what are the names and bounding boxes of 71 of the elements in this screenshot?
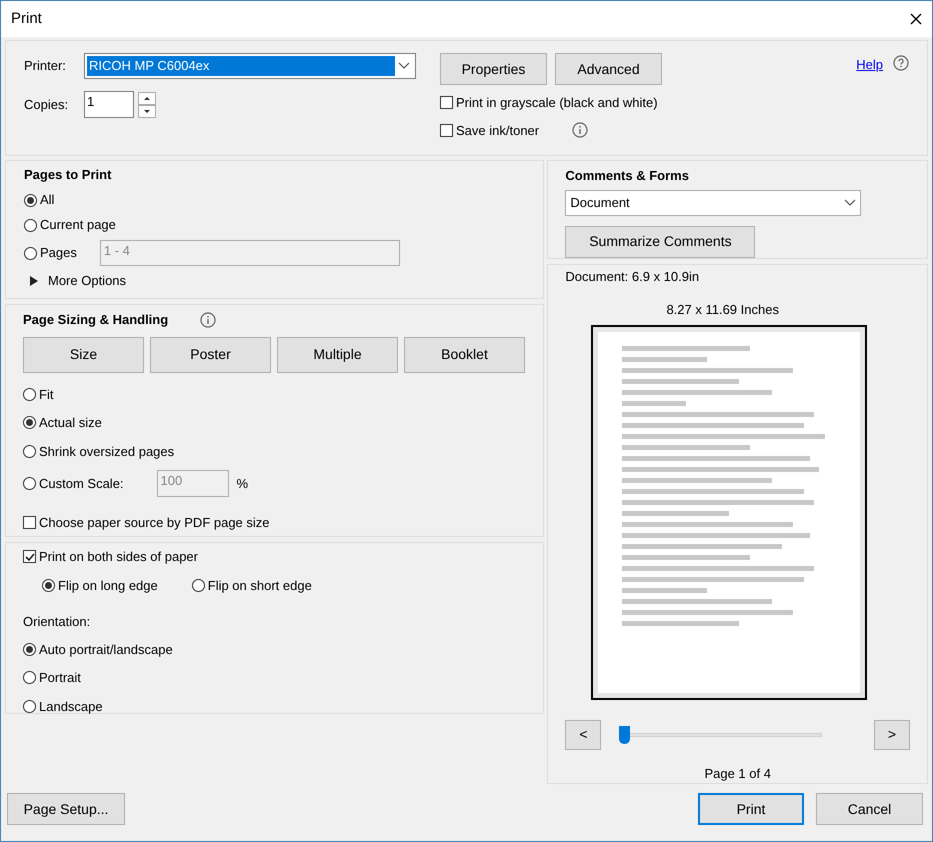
option-label: Orientation: <box>23 614 90 629</box>
more-options-toggle[interactable]: More Options <box>48 271 126 291</box>
comments-dropdown[interactable]: Document <box>565 190 862 216</box>
radio-button[interactable] <box>24 194 37 206</box>
chevron-down-icon <box>844 198 856 206</box>
radio-button[interactable] <box>42 578 55 592</box>
option-label: Comments & Forms <box>565 167 690 185</box>
page-setup-button[interactable]: Page Setup... <box>7 793 125 825</box>
checkbox[interactable] <box>23 550 36 564</box>
radio-button[interactable] <box>24 246 37 260</box>
triangle-icon[interactable] <box>30 276 38 286</box>
next-page-button[interactable]: > <box>874 720 910 750</box>
cancel-button[interactable]: Cancel <box>816 793 923 825</box>
radio-button[interactable] <box>23 671 36 684</box>
option-label: Landscape <box>39 698 103 716</box>
option-label: Print on both sides of paper <box>39 548 198 566</box>
slider-thumb[interactable] <box>619 726 630 744</box>
checkbox[interactable] <box>440 96 453 110</box>
option-label: Current page <box>40 216 116 234</box>
paper-size-label: 8.27 x 11.69 Inches <box>666 300 779 318</box>
option-label: Pages to Print <box>24 166 112 184</box>
dialog-button[interactable]: Advanced <box>555 53 662 85</box>
spin-up-icon[interactable] <box>138 92 156 104</box>
info-icon <box>572 122 588 138</box>
sizing-button[interactable]: Multiple <box>277 336 398 372</box>
option-label: All <box>40 191 54 209</box>
info-icon <box>200 312 216 328</box>
radio-button[interactable] <box>23 700 36 713</box>
previous-page-button[interactable]: < <box>565 720 602 750</box>
radio-button[interactable] <box>192 578 205 592</box>
page-slider[interactable] <box>619 726 822 744</box>
checkbox[interactable] <box>23 516 36 530</box>
option-label: Actual size <box>39 414 102 432</box>
page-number-label: Page 1 of 4 <box>704 764 771 783</box>
radio-button[interactable] <box>24 218 37 232</box>
copies-label: Copies: <box>24 96 68 114</box>
percent-label: % <box>236 474 248 493</box>
print-button[interactable]: Print <box>698 793 804 825</box>
document-size-label: Document: 6.9 x 10.9in <box>565 268 700 286</box>
sizing-button[interactable]: Poster <box>150 336 271 372</box>
radio-button[interactable] <box>23 416 36 430</box>
option-label: Portrait <box>39 669 81 687</box>
window-title: Print <box>11 8 42 29</box>
radio-button[interactable] <box>23 642 36 656</box>
help-icon[interactable] <box>893 55 909 71</box>
help-link[interactable]: Help <box>856 55 883 74</box>
option-label: Auto portrait/landscape <box>39 640 173 659</box>
copies-field[interactable]: 1 <box>84 91 134 118</box>
chevron-down-icon <box>398 62 410 70</box>
option-label: Shrink oversized pages <box>39 442 174 461</box>
radio-button[interactable] <box>23 477 36 490</box>
printer-label: Printer: <box>24 57 67 76</box>
sizing-button[interactable]: Size <box>23 336 144 372</box>
option-label: Flip on short edge <box>208 576 312 595</box>
radio-button[interactable] <box>23 388 36 401</box>
option-label: Pages <box>40 244 77 262</box>
sizing-button[interactable]: Booklet <box>404 336 525 372</box>
option-label: Flip on long edge <box>58 576 158 595</box>
close-icon[interactable] <box>910 13 922 25</box>
summarize-button[interactable]: Summarize Comments <box>565 226 756 258</box>
option-label: Page Sizing & Handling <box>23 311 168 329</box>
option-label: Print in grayscale (black and white) <box>456 94 658 112</box>
option-label: Custom Scale: <box>39 474 124 493</box>
spin-down-icon[interactable] <box>138 104 156 118</box>
dialog-button[interactable]: Properties <box>440 53 547 85</box>
radio-button[interactable] <box>23 444 36 458</box>
option-label: Fit <box>39 386 54 404</box>
printer-dropdown[interactable]: RICOH MP C6004ex <box>84 53 416 79</box>
option-label: Choose paper source by PDF page size <box>39 514 270 532</box>
option-label: Save ink/toner <box>456 122 540 140</box>
checkbox[interactable] <box>440 124 453 137</box>
